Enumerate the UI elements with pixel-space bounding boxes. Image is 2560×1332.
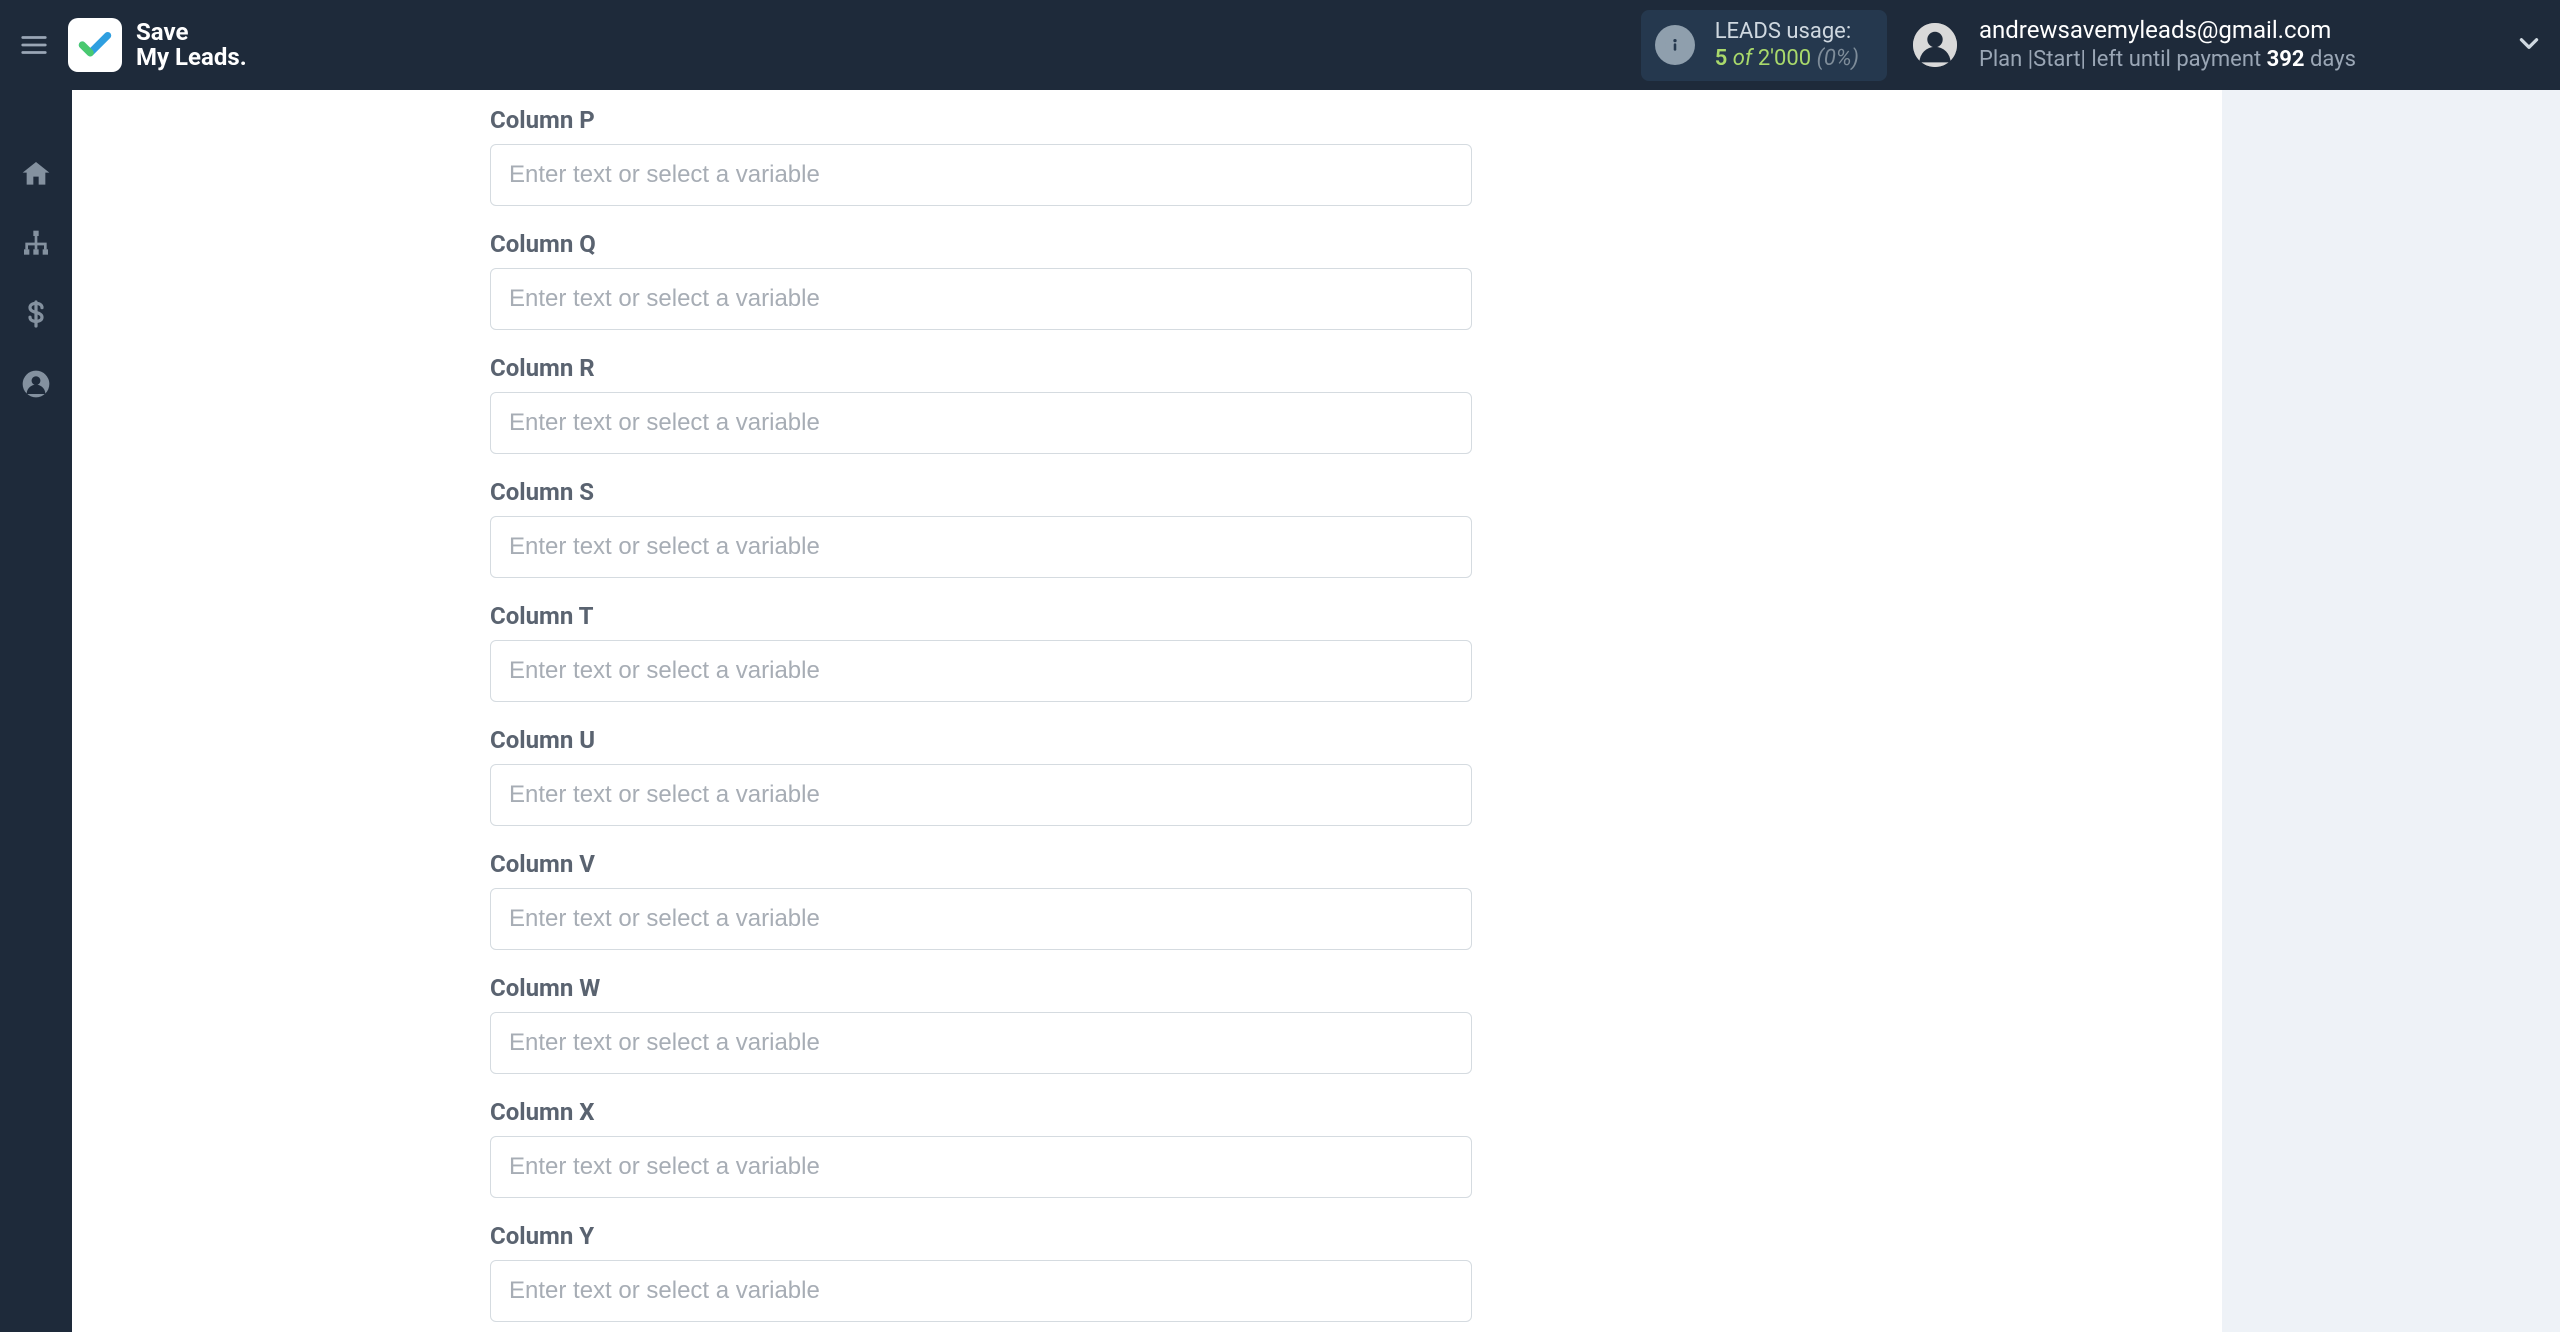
usage-pct: (0%)	[1817, 46, 1859, 71]
user-circle-icon	[20, 368, 52, 400]
account-menu[interactable]: andrewsavemyleads@gmail.com Plan |Start|…	[1913, 15, 2356, 75]
home-icon	[20, 158, 52, 190]
column-field-row: Column W	[490, 974, 2222, 1074]
column-field-input[interactable]	[490, 1012, 1472, 1074]
column-field-row: Column U	[490, 726, 2222, 826]
column-field-row: Column S	[490, 478, 2222, 578]
hamburger-icon	[19, 30, 49, 60]
account-email: andrewsavemyleads@gmail.com	[1979, 15, 2356, 46]
plan-days-suffix: days	[2310, 47, 2356, 72]
usage-text: LEADS usage: 5 of 2'000 (0%)	[1715, 18, 1859, 73]
column-field-row: Column T	[490, 602, 2222, 702]
column-field-row: Column Y	[490, 1222, 2222, 1322]
column-field-label: Column W	[490, 974, 2222, 1002]
column-field-label: Column P	[490, 106, 2222, 134]
avatar-icon	[1913, 23, 1957, 67]
hamburger-button[interactable]	[10, 21, 58, 69]
sitemap-icon	[20, 228, 52, 260]
chevron-down-icon	[2516, 30, 2542, 56]
column-field-label: Column V	[490, 850, 2222, 878]
usage-used: 5	[1715, 46, 1728, 71]
column-field-input[interactable]	[490, 268, 1472, 330]
column-field-input[interactable]	[490, 764, 1472, 826]
brand-line1: Save	[136, 20, 247, 45]
dollar-icon	[20, 298, 52, 330]
column-field-input[interactable]	[490, 1136, 1472, 1198]
column-field-row: Column P	[490, 106, 2222, 206]
brand-logo[interactable]: Save My Leads.	[68, 18, 247, 72]
top-header: Save My Leads. LEADS usage: 5 of 2'000 (…	[0, 0, 2560, 90]
column-field-input[interactable]	[490, 1260, 1472, 1322]
column-field-row: Column X	[490, 1098, 2222, 1198]
usage-panel[interactable]: LEADS usage: 5 of 2'000 (0%)	[1641, 10, 1887, 81]
column-field-label: Column Y	[490, 1222, 2222, 1250]
nav-billing[interactable]	[12, 290, 60, 338]
brand-line2: My Leads.	[136, 45, 247, 70]
plan-days-value: 392	[2267, 47, 2305, 72]
column-field-label: Column U	[490, 726, 2222, 754]
column-field-label: Column R	[490, 354, 2222, 382]
nav-account[interactable]	[12, 360, 60, 408]
column-field-input[interactable]	[490, 516, 1472, 578]
column-field-row: Column V	[490, 850, 2222, 950]
usage-of: of	[1733, 46, 1753, 71]
plan-prefix: Plan |Start| left until payment	[1979, 47, 2261, 72]
column-field-row: Column R	[490, 354, 2222, 454]
column-field-label: Column Q	[490, 230, 2222, 258]
column-field-label: Column S	[490, 478, 2222, 506]
column-field-input[interactable]	[490, 144, 1472, 206]
usage-label: LEADS usage:	[1715, 18, 1859, 46]
column-field-row: Column Q	[490, 230, 2222, 330]
account-plan-line: Plan |Start| left until payment 392 days	[1979, 46, 2356, 75]
column-field-label: Column T	[490, 602, 2222, 630]
column-field-input[interactable]	[490, 392, 1472, 454]
column-form: Column P Column Q Column R Column S Column T…	[72, 106, 2222, 1322]
account-toggle[interactable]	[2516, 30, 2542, 60]
column-field-label: Column X	[490, 1098, 2222, 1126]
content-card: Column P Column Q Column R Column S Column T…	[72, 90, 2222, 1332]
main-area: Column P Column Q Column R Column S Column T…	[72, 90, 2560, 1332]
usage-total: 2'000	[1758, 46, 1811, 71]
sidebar	[0, 90, 72, 1332]
column-field-input[interactable]	[490, 640, 1472, 702]
logo-mark	[68, 18, 122, 72]
column-field-input[interactable]	[490, 888, 1472, 950]
nav-connections[interactable]	[12, 220, 60, 268]
account-text: andrewsavemyleads@gmail.com Plan |Start|…	[1979, 15, 2356, 75]
info-icon	[1655, 25, 1695, 65]
nav-home[interactable]	[12, 150, 60, 198]
brand-text: Save My Leads.	[136, 20, 247, 70]
check-icon	[76, 26, 114, 64]
